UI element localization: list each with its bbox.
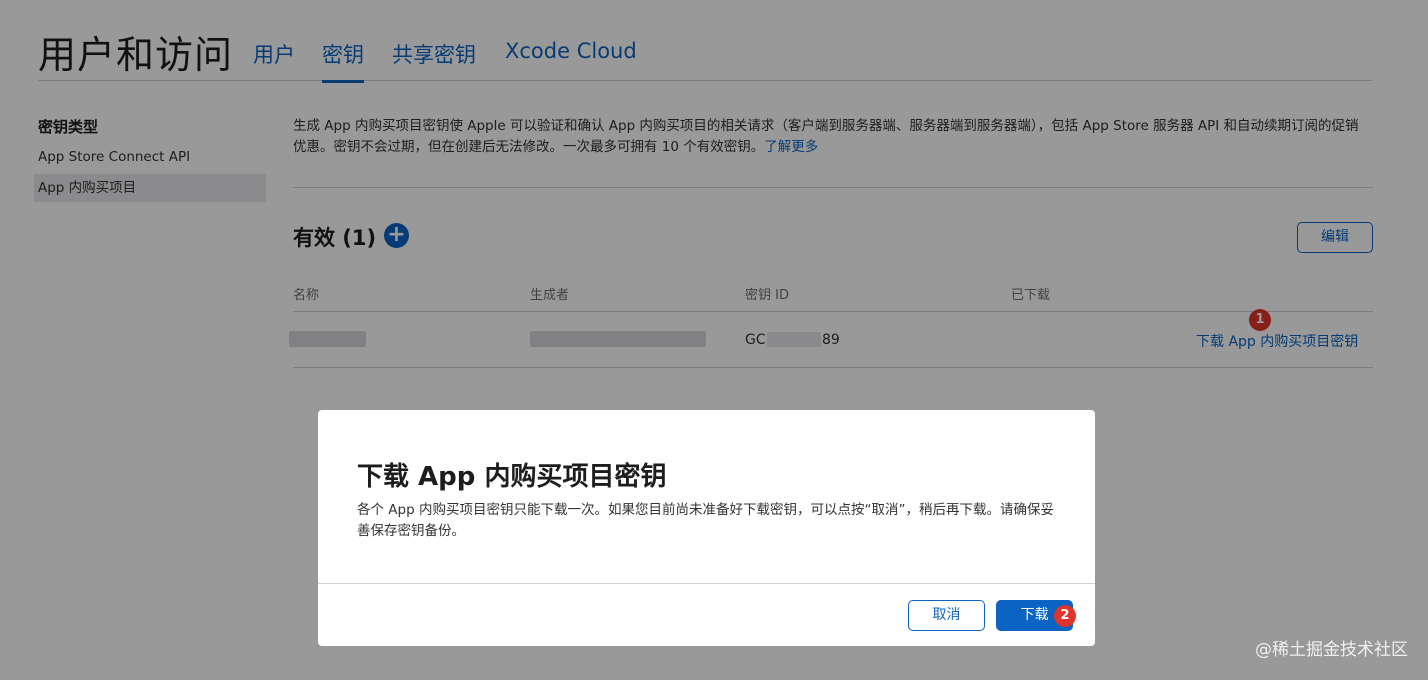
dialog-divider: [318, 583, 1095, 584]
watermark: @稀土掘金技术社区: [1255, 640, 1408, 660]
download-key-dialog: 下载 App 内购买项目密钥 各个 App 内购买项目密钥只能下载一次。如果您目…: [318, 410, 1095, 646]
dialog-body: 各个 App 内购买项目密钥只能下载一次。如果您目前尚未准备好下载密钥，可以点按…: [357, 502, 1054, 539]
cancel-button[interactable]: 取消: [908, 600, 985, 631]
dialog-title: 下载 App 内购买项目密钥: [357, 462, 667, 492]
step-2-badge: 2: [1054, 605, 1076, 627]
